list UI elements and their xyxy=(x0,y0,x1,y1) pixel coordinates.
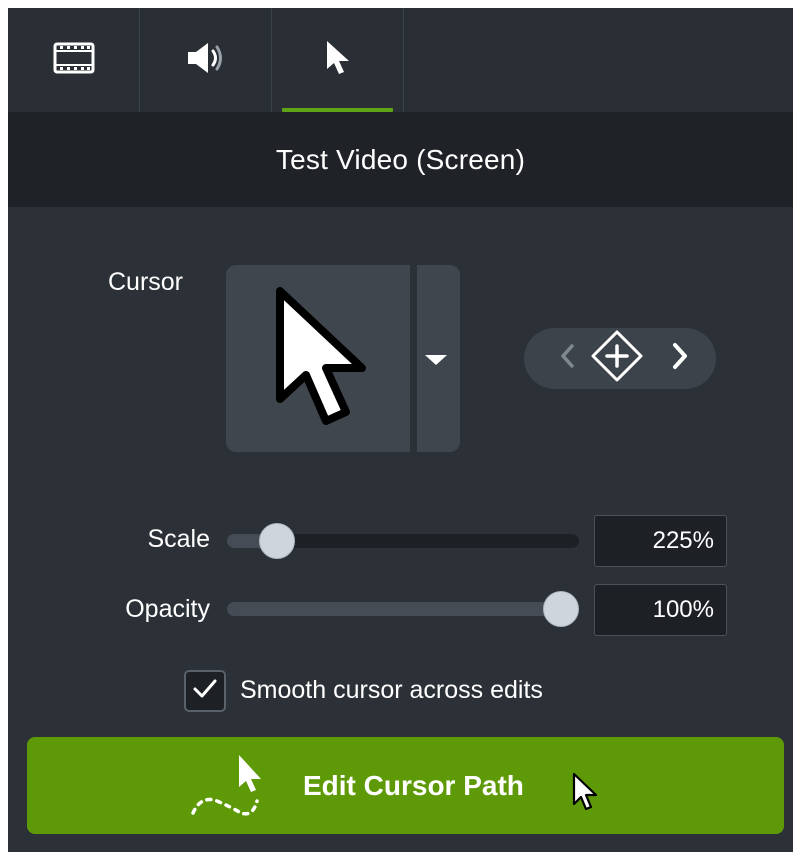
picker-divider xyxy=(410,265,417,452)
caret-down-icon[interactable] xyxy=(424,353,448,371)
opacity-label: Opacity xyxy=(125,595,210,623)
cursor-properties-panel: Test Video (Screen) Cursor Scale 225% Op… xyxy=(8,8,793,852)
keyframe-navigator xyxy=(524,328,716,389)
edit-cursor-path-button[interactable]: Edit Cursor Path xyxy=(27,737,784,834)
cursor-label: Cursor xyxy=(108,268,184,296)
cursor-arrow-icon xyxy=(323,39,353,82)
scale-slider-thumb[interactable] xyxy=(258,523,295,559)
scale-slider[interactable] xyxy=(227,523,579,559)
scale-value-input[interactable]: 225% xyxy=(594,515,727,567)
edit-cursor-path-label: Edit Cursor Path xyxy=(303,770,524,801)
next-keyframe-button[interactable] xyxy=(662,328,698,389)
cursor-path-icon xyxy=(187,751,277,826)
chevron-right-icon xyxy=(671,342,689,375)
opacity-slider-fill xyxy=(227,602,561,616)
opacity-slider[interactable] xyxy=(227,591,579,627)
smooth-cursor-checkbox[interactable] xyxy=(184,670,226,712)
add-keyframe-button[interactable] xyxy=(584,328,650,389)
chevron-left-icon xyxy=(559,343,575,374)
cursor-style-picker[interactable] xyxy=(226,265,460,452)
opacity-slider-thumb[interactable] xyxy=(543,591,579,627)
speaker-icon xyxy=(184,40,228,81)
smooth-cursor-label[interactable]: Smooth cursor across edits xyxy=(240,676,543,705)
media-title: Test Video (Screen) xyxy=(275,143,526,175)
mouse-pointer-icon xyxy=(571,772,601,819)
tab-visual-properties[interactable] xyxy=(8,8,139,112)
opacity-value-input[interactable]: 100% xyxy=(594,584,727,636)
arrow-cursor-icon xyxy=(266,281,376,441)
tab-cursor-properties[interactable] xyxy=(271,8,404,112)
film-strip-icon xyxy=(53,42,95,79)
tab-audio-properties[interactable] xyxy=(139,8,271,112)
properties-tab-bar xyxy=(8,8,793,112)
scale-label: Scale xyxy=(147,525,210,553)
media-title-bar: Test Video (Screen) xyxy=(8,112,793,207)
checkmark-icon xyxy=(192,678,218,705)
previous-keyframe-button[interactable] xyxy=(552,328,582,389)
add-keyframe-diamond-icon xyxy=(590,329,644,388)
